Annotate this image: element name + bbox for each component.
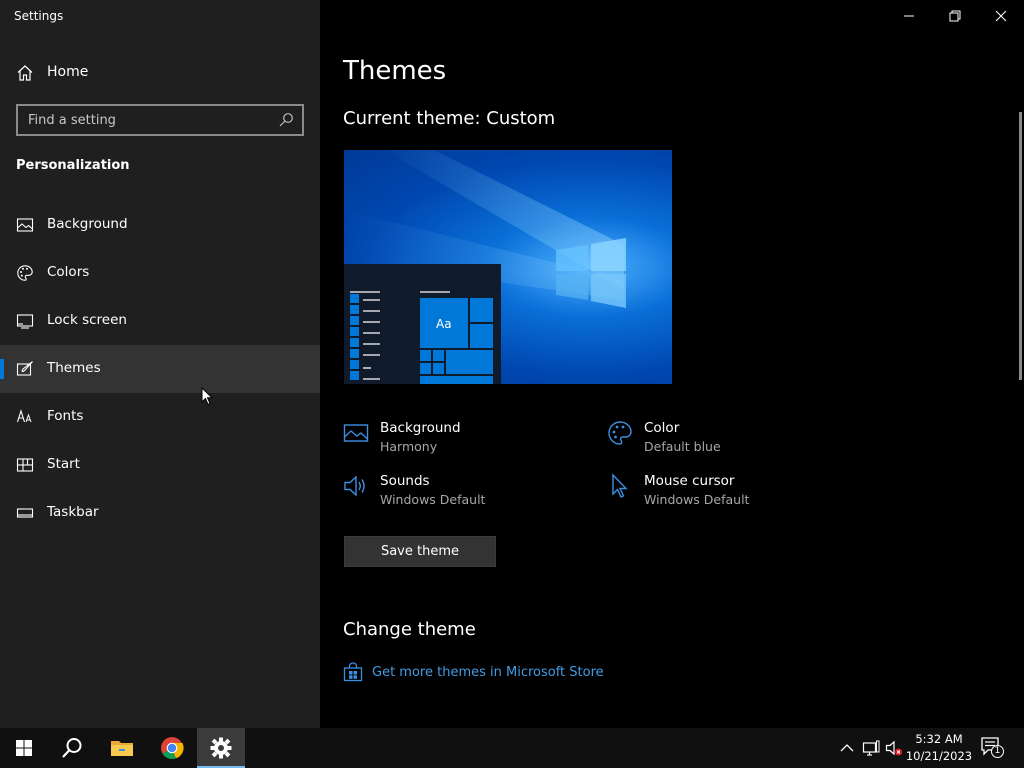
store-bag-icon [343,662,363,682]
page-title: Themes [343,56,447,86]
sidebar-item-fonts[interactable]: Fonts [0,393,320,441]
sidebar-item-label: Start [47,456,80,472]
sidebar-home[interactable]: Home [0,56,320,90]
color-setting-value: Default blue [644,439,721,454]
background-setting-name: Background [380,420,461,436]
palette-icon [608,421,632,445]
preview-start-menu: Aa [344,264,501,384]
lock-screen-icon [16,314,34,329]
windows-logo-icon [556,238,626,308]
network-icon[interactable] [862,739,880,757]
volume-muted-icon[interactable] [885,739,903,757]
background-setting-value: Harmony [380,439,438,454]
start-icon [16,458,34,472]
mouse-cursor-setting-value: Windows Default [644,492,750,507]
clock-time: 5:32 AM [915,732,963,746]
sidebar-item-label: Taskbar [47,504,99,520]
theme-color-setting[interactable]: Color Default blue [607,420,847,460]
fonts-icon [16,409,32,423]
file-explorer-icon [111,741,133,756]
search-icon[interactable] [278,112,294,128]
taskbar-settings[interactable] [197,728,245,768]
taskbar-icon [16,508,34,518]
sidebar-item-label: Lock screen [47,312,127,328]
taskbar-clock[interactable]: 5:32 AM 10/21/2023 [902,731,976,765]
color-setting-name: Color [644,420,680,436]
app-title: Settings [14,9,64,23]
sidebar-item-background[interactable]: Background [0,201,320,249]
settings-gear-icon [210,737,232,759]
search-input[interactable] [18,106,278,134]
picture-icon [16,218,34,232]
taskbar: 5:32 AM 10/21/2023 1 [0,728,1024,768]
sidebar-item-label: Fonts [47,408,84,424]
section-title: Personalization [16,158,130,173]
windows-start-icon [16,740,32,756]
home-icon [17,65,33,81]
theme-sounds-setting[interactable]: Sounds Windows Default [343,473,583,513]
store-link-label: Get more themes in Microsoft Store [372,664,604,680]
speaker-icon [344,475,365,497]
restore-button[interactable] [932,0,978,32]
sidebar-item-lock-screen[interactable]: Lock screen [0,297,320,345]
close-button[interactable] [978,0,1024,32]
sounds-setting-value: Windows Default [380,492,486,507]
start-menu-mock [350,291,493,384]
preview-tile-label: Aa [436,317,452,331]
sounds-setting-name: Sounds [380,473,430,489]
cursor-icon [612,473,628,498]
notification-count-badge: 1 [991,745,1004,758]
sidebar-home-label: Home [47,64,89,80]
picture-icon [343,424,369,442]
theme-background-setting[interactable]: Background Harmony [343,420,583,460]
chrome-icon [161,737,184,760]
chevron-up-icon[interactable] [838,739,856,757]
sidebar-item-taskbar[interactable]: Taskbar [0,489,320,537]
sidebar: Settings Home Personalization Background… [0,0,320,728]
current-theme-label: Current theme: Custom [343,108,556,129]
sidebar-item-start[interactable]: Start [0,441,320,489]
microsoft-store-link[interactable]: Get more themes in Microsoft Store [343,662,604,682]
theme-mouse-cursor-setting[interactable]: Mouse cursor Windows Default [607,473,847,513]
clock-date: 10/21/2023 [905,749,973,763]
taskbar-search-button[interactable] [48,728,96,768]
taskbar-start-button[interactable] [0,728,48,768]
sidebar-item-themes[interactable]: Themes [0,345,320,393]
main-content: Themes Current theme: Custom Aa Backgrou… [320,0,1024,728]
search-icon [62,738,82,758]
theme-preview: Aa [344,150,672,384]
brush-icon [16,361,33,376]
window-controls [886,0,1024,32]
search-box[interactable] [16,104,304,136]
sidebar-item-colors[interactable]: Colors [0,249,320,297]
sidebar-item-label: Colors [47,264,90,280]
mouse-pointer-icon [201,387,213,406]
mouse-cursor-setting-name: Mouse cursor [644,473,735,489]
sidebar-item-label: Themes [47,360,101,376]
minimize-icon [904,15,914,17]
close-icon [995,10,1007,22]
restore-icon [949,10,961,22]
action-center-button[interactable]: 1 [980,736,1006,760]
taskbar-chrome[interactable] [148,728,196,768]
minimize-button[interactable] [886,0,932,32]
scrollbar[interactable] [1019,112,1022,380]
palette-icon [17,265,33,281]
sidebar-item-label: Background [47,216,128,232]
save-theme-button[interactable]: Save theme [344,536,496,567]
change-theme-heading: Change theme [343,619,476,640]
taskbar-file-explorer[interactable] [98,728,146,768]
